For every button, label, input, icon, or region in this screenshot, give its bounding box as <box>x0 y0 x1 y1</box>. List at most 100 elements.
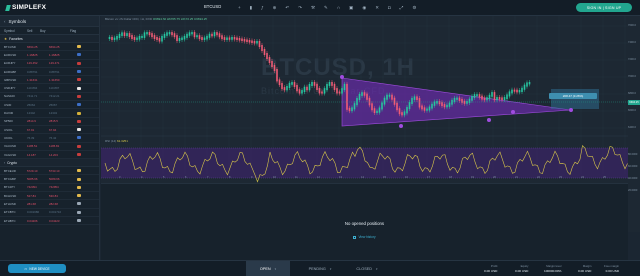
sell-price[interactable]: 5729.10 <box>27 169 49 173</box>
sell-price[interactable]: 67.91 <box>27 128 49 132</box>
buy-price[interactable]: 0.88791 <box>49 70 69 74</box>
buy-price[interactable]: 742954 <box>49 185 69 189</box>
column-symbol[interactable]: Symbol <box>4 29 27 33</box>
symbol-row[interactable]: DAX30 12342 12343 <box>0 109 99 118</box>
trash-icon[interactable]: ✕ <box>375 5 379 10</box>
symbol-row[interactable]: US30 25064 25067 <box>0 101 99 110</box>
sell-price[interactable]: 1195.51 <box>27 144 49 148</box>
sell-price[interactable]: 0.001680 <box>27 210 49 214</box>
buy-price[interactable]: 110.897 <box>49 86 69 90</box>
buy-price[interactable]: 0.04223 <box>49 219 69 223</box>
collapse-icon[interactable]: ‹ <box>4 19 6 24</box>
symbol-title[interactable]: BTCUSD <box>204 4 221 9</box>
sell-price[interactable]: 0.88791 <box>27 70 49 74</box>
buy-price[interactable]: 67.94 <box>49 128 69 132</box>
compare-icon[interactable]: ⊕ <box>273 5 277 10</box>
buy-price[interactable]: 2815.5 <box>49 119 69 123</box>
symbol-row[interactable]: BTCEUR 5729.10 5733.10 <box>0 167 99 176</box>
measure-box[interactable] <box>551 89 599 109</box>
indicators-icon[interactable]: ƒ <box>261 5 264 10</box>
symbol-row[interactable]: USDJPY 110.894 110.897 <box>0 84 99 93</box>
symbol-row[interactable]: ETCBTC 0.001680 0.001710 <box>0 209 99 217</box>
buy-price[interactable]: 0.001710 <box>49 210 69 214</box>
pattern-point[interactable] <box>511 110 515 114</box>
buy-price[interactable]: 7412.21 <box>49 94 69 98</box>
sell-price[interactable]: 12342 <box>27 111 49 115</box>
sell-price[interactable]: 281.68 <box>27 202 49 206</box>
undo-icon[interactable]: ↶ <box>285 5 289 10</box>
symbol-row[interactable]: XAUUSD 1195.51 1195.81 <box>0 143 99 151</box>
buy-price[interactable]: 1.31650 <box>49 78 69 82</box>
sell-price[interactable]: 110.894 <box>27 86 49 90</box>
view-history-link[interactable]: View history <box>101 235 628 239</box>
logo[interactable]: SIMPLEFX <box>5 4 46 11</box>
tab-pending[interactable]: PENDING ▾ <box>298 261 342 276</box>
redo-icon[interactable]: ↷ <box>298 5 302 10</box>
crosshair-icon[interactable]: + <box>238 5 241 10</box>
column-sell[interactable]: Sell <box>27 29 40 33</box>
buy-price[interactable]: 530.84 <box>49 194 69 198</box>
symbol-row[interactable]: ETHBTC 0.04206 0.04223 <box>0 217 99 226</box>
eye-icon[interactable]: ◉ <box>362 5 366 10</box>
buy-price[interactable]: 25067 <box>49 103 69 107</box>
buy-price[interactable]: 1.16825 <box>49 53 69 57</box>
signin-button[interactable]: SIGN IN | SIGN UP <box>576 3 632 12</box>
symbol-row[interactable]: XAGUSD 14.187 14.203 <box>0 151 99 160</box>
buy-price[interactable]: 5089.66 <box>49 177 69 181</box>
settings-icon[interactable]: ⚙ <box>412 5 416 10</box>
sell-price[interactable]: 1.31631 <box>27 78 49 82</box>
symbol-row[interactable]: BTCUSD 6694.25 6694.25 <box>0 43 99 52</box>
buy-price[interactable]: 6694.25 <box>49 45 69 49</box>
symbol-row[interactable]: BTCGBP 5085.66 5089.66 <box>0 175 99 184</box>
wrench-icon[interactable]: ⚒ <box>311 5 315 10</box>
candles-icon[interactable]: ▮ <box>250 5 252 10</box>
buy-price[interactable]: 5733.10 <box>49 169 69 173</box>
buy-price[interactable]: 282.68 <box>49 202 69 206</box>
sell-price[interactable]: 25064 <box>27 103 49 107</box>
sell-price[interactable]: 6694.25 <box>27 45 49 49</box>
sell-price[interactable]: 14.187 <box>27 153 49 157</box>
sell-price[interactable]: 129.452 <box>27 61 49 65</box>
buy-price[interactable]: 14.203 <box>49 153 69 157</box>
sell-price[interactable]: 742394 <box>27 185 49 189</box>
sell-price[interactable]: 0.04206 <box>27 219 49 223</box>
sell-price[interactable]: 2814.9 <box>27 119 49 123</box>
favorites-section[interactable]: ★ Favorites <box>0 35 99 43</box>
triangle-pattern[interactable] <box>341 77 572 127</box>
pencil-icon[interactable]: ✎ <box>324 5 328 10</box>
buy-price[interactable]: 1195.81 <box>49 144 69 148</box>
camera-icon[interactable]: ◘ <box>388 5 391 10</box>
buy-price[interactable]: 76.42 <box>49 136 69 140</box>
fullscreen-icon[interactable]: ⤢ <box>400 5 404 10</box>
column-flag[interactable]: Flag <box>70 29 88 33</box>
buy-price[interactable]: 12343 <box>49 111 69 115</box>
symbol-row[interactable]: USOIL 67.91 67.94 <box>0 126 99 135</box>
symbol-row[interactable]: GBPUSD 1.31631 1.31650 <box>0 76 99 85</box>
sell-price[interactable]: 1.16825 <box>27 53 49 57</box>
symbol-row[interactable]: NAS100 7411.71 7412.21 <box>0 93 99 102</box>
tab-closed[interactable]: CLOSED ▾ <box>345 261 389 276</box>
crypto-section[interactable]: › Crypto <box>0 159 99 168</box>
sell-price[interactable]: 7411.71 <box>27 94 49 98</box>
sell-price[interactable]: 5085.66 <box>27 177 49 181</box>
pattern-point[interactable] <box>340 75 344 79</box>
lock-icon[interactable]: ▣ <box>349 5 353 10</box>
symbol-row[interactable]: BCHUSD 527.84 530.84 <box>0 192 99 201</box>
price-axis[interactable]: 6694.25 7600.0 7400.0 7200.0 7000.0 6800.0 66… <box>628 16 640 232</box>
symbol-row[interactable]: UKOIL 76.39 76.42 <box>0 134 99 143</box>
tab-open[interactable]: OPEN ▾ <box>246 261 290 276</box>
sell-price[interactable]: 527.84 <box>27 194 49 198</box>
symbol-row[interactable]: EURGBP 0.88791 0.88791 <box>0 68 99 77</box>
symbol-row[interactable]: EURUSD 1.16825 1.16825 <box>0 51 99 60</box>
magnet-icon[interactable]: ∩ <box>337 5 340 10</box>
sell-price[interactable]: 76.39 <box>27 136 49 140</box>
symbol-row[interactable]: ETHUSD 281.68 282.68 <box>0 200 99 209</box>
column-buy[interactable]: Buy <box>40 29 58 33</box>
new-device-button[interactable]: ▭ NEW DEVICE <box>8 264 66 273</box>
pattern-point[interactable] <box>399 124 403 128</box>
buy-price[interactable]: 129.471 <box>49 61 69 65</box>
symbol-row[interactable]: EURJPY 129.452 129.471 <box>0 60 99 68</box>
symbol-row[interactable]: BTCJPY 742394 742954 <box>0 184 99 193</box>
symbol-row[interactable]: SP500 2814.9 2815.5 <box>0 118 99 126</box>
pattern-point[interactable] <box>569 108 573 112</box>
